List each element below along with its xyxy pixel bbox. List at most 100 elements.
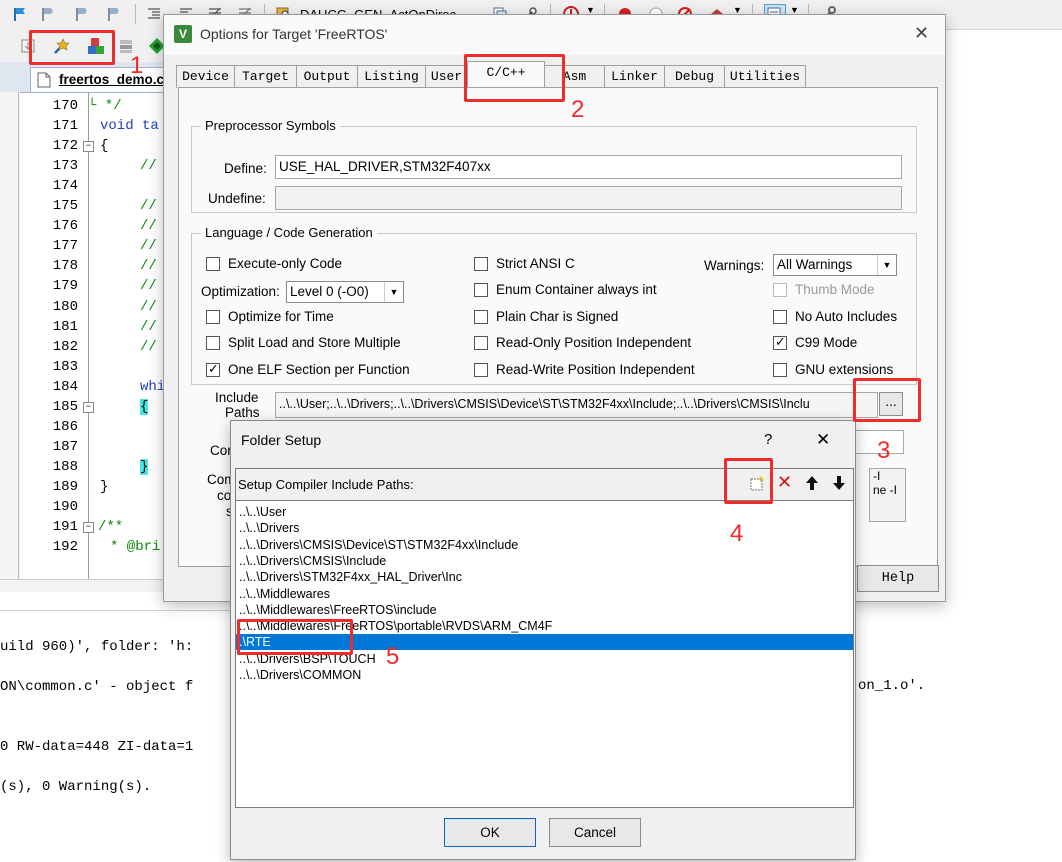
include-path-item[interactable]: ..\..\Drivers: [239, 520, 852, 536]
indent-icon[interactable]: [146, 6, 162, 22]
chevron-down-icon: ▼: [877, 255, 896, 275]
plain-char-checkbox[interactable]: [474, 310, 488, 324]
compiler-string-line-2: ne -I: [873, 483, 898, 497]
move-up-icon[interactable]: [804, 474, 820, 495]
help-button-label: Help: [881, 571, 915, 586]
optimize-time-checkbox[interactable]: [206, 310, 220, 324]
undefine-input[interactable]: [275, 186, 902, 210]
line-number: 180: [52, 298, 78, 315]
clear-bookmarks-icon[interactable]: [106, 6, 122, 22]
tab-listing[interactable]: Listing: [357, 65, 426, 88]
optimization-select[interactable]: Level 0 (-O0) ▼: [286, 281, 404, 303]
help-icon[interactable]: ?: [764, 431, 772, 448]
warnings-select[interactable]: All Warnings ▼: [773, 254, 897, 276]
tab-target[interactable]: Target: [234, 65, 297, 88]
no-auto-includes-checkbox[interactable]: [773, 310, 787, 324]
code-line: void ta: [100, 118, 159, 135]
warnings-label: Warnings:: [704, 258, 765, 273]
delete-icon[interactable]: ✕: [777, 472, 792, 493]
code-line: //: [140, 338, 157, 355]
tab-output[interactable]: Output: [296, 65, 358, 88]
include-paths-value: ..\..\User;..\..\Drivers;..\..\Drivers\C…: [279, 397, 810, 411]
line-number: 189: [52, 478, 78, 495]
thumb-mode-checkbox[interactable]: [773, 283, 787, 297]
annotation-box-5: [237, 619, 353, 655]
gnu-extensions-checkbox[interactable]: [773, 363, 787, 377]
include-path-item[interactable]: ..\..\Drivers\COMMON: [239, 667, 852, 683]
line-number: 179: [52, 278, 78, 295]
flag-icon[interactable]: [12, 6, 28, 22]
build-output-line: (s), 0 Warning(s).: [0, 779, 152, 795]
compiler-control-string[interactable]: -I ne -I: [869, 468, 906, 522]
prev-bookmark-icon[interactable]: [74, 6, 90, 22]
help-button[interactable]: Help: [857, 565, 939, 592]
line-number: 183: [52, 358, 78, 375]
tab-device[interactable]: Device: [176, 65, 235, 88]
include-path-item[interactable]: ..\..\Drivers\STM32F4xx_HAL_Driver\Inc: [239, 569, 852, 585]
tab-linker[interactable]: Linker: [604, 65, 665, 88]
ok-button[interactable]: OK: [444, 818, 536, 847]
editor-hscrollbar[interactable]: [0, 579, 170, 592]
run-time-environment-icon[interactable]: [148, 37, 165, 54]
line-number: 185: [52, 398, 78, 415]
code-line: //: [140, 158, 157, 175]
plain-char-label: Plain Char is Signed: [496, 309, 619, 324]
include-path-item[interactable]: ..\..\User: [239, 504, 852, 520]
include-path-item[interactable]: ..\..\Drivers\CMSIS\Include: [239, 553, 852, 569]
build-output-line: 0 RW-data=448 ZI-data=1: [0, 739, 194, 755]
strict-ansi-label: Strict ANSI C: [496, 256, 575, 271]
optimization-value: Level 0 (-O0): [290, 284, 369, 299]
strict-ansi-checkbox[interactable]: [474, 257, 488, 271]
execute-only-checkbox[interactable]: [206, 257, 220, 271]
code-line: * @bri: [110, 539, 161, 556]
code-line: whi: [140, 378, 166, 395]
fold-toggle-icon[interactable]: −: [83, 522, 94, 534]
include-path-item[interactable]: ..\..\Middlewares\FreeRTOS\include: [239, 602, 852, 618]
editor-gutter: [0, 92, 20, 579]
split-load-label: Split Load and Store Multiple: [228, 335, 401, 350]
paths-label: Paths: [225, 405, 260, 420]
preprocessor-group-label: Preprocessor Symbols: [201, 118, 340, 133]
annotation-box-1: [29, 30, 115, 65]
close-icon[interactable]: ✕: [816, 430, 830, 450]
annotation-box-2: [464, 54, 565, 102]
execute-only-label: Execute-only Code: [228, 256, 343, 271]
language-group-label: Language / Code Generation: [201, 225, 377, 240]
ropi-checkbox[interactable]: [474, 336, 488, 350]
one-elf-checkbox[interactable]: ✓: [206, 361, 220, 377]
rwpi-label: Read-Write Position Independent: [496, 362, 695, 377]
include-path-item[interactable]: ..\..\Middlewares: [239, 586, 852, 602]
bookmark-icon[interactable]: [40, 6, 56, 22]
c99-mode-label: C99 Mode: [795, 335, 858, 350]
code-line: }: [140, 458, 149, 475]
annotation-box-4: [724, 458, 773, 504]
line-number: 174: [52, 178, 78, 195]
include-path-item[interactable]: ..\..\Drivers\CMSIS\Device\ST\STM32F4xx\…: [239, 537, 852, 553]
misc-controls-label: Cor: [210, 443, 232, 458]
checkmark-icon: ✓: [208, 361, 219, 376]
tab-user[interactable]: User: [425, 65, 468, 88]
line-number: 173: [52, 158, 78, 175]
rwpi-checkbox[interactable]: [474, 363, 488, 377]
fold-toggle-icon[interactable]: −: [83, 401, 94, 413]
define-input[interactable]: USE_HAL_DRIVER,STM32F407xx: [275, 155, 902, 179]
line-number: 171: [52, 118, 78, 135]
cancel-button[interactable]: Cancel: [549, 818, 641, 847]
folder-setup-title: Folder Setup: [241, 432, 322, 448]
split-load-checkbox[interactable]: [206, 336, 220, 350]
code-line: {: [140, 398, 149, 415]
move-down-icon[interactable]: [831, 474, 847, 495]
code-line: }: [100, 478, 109, 495]
thumb-mode-label: Thumb Mode: [795, 282, 875, 297]
annotation-number-1: 1: [130, 52, 144, 79]
tab-freertos-demo[interactable]: freertos_demo.c: [30, 67, 172, 93]
tab-debug[interactable]: Debug: [664, 65, 725, 88]
line-number: 172: [52, 138, 78, 155]
tab-utilities[interactable]: Utilities: [724, 65, 806, 88]
fold-toggle-icon[interactable]: −: [83, 141, 94, 153]
build-output-line: on_1.o'.: [858, 678, 926, 694]
c99-mode-checkbox[interactable]: ✓: [773, 334, 787, 350]
enum-container-checkbox[interactable]: [474, 283, 488, 297]
annotation-box-3: [853, 378, 921, 422]
include-paths-input[interactable]: ..\..\User;..\..\Drivers;..\..\Drivers\C…: [275, 392, 878, 418]
